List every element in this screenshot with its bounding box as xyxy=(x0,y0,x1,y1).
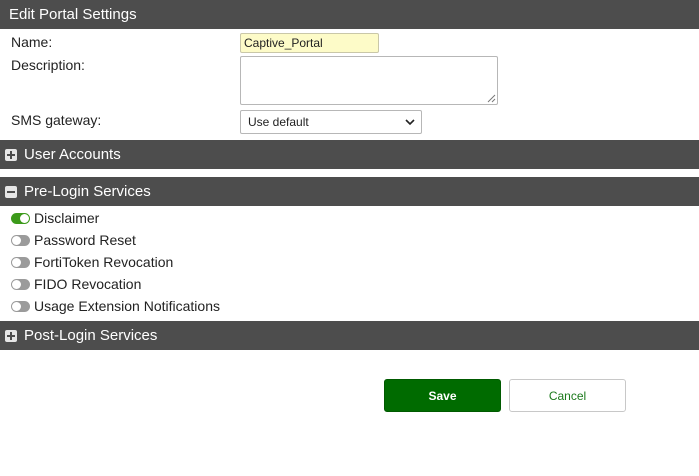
resize-grip-icon[interactable] xyxy=(487,94,496,103)
chevron-down-icon xyxy=(405,119,415,126)
description-label: Description: xyxy=(11,57,85,73)
section-header-pre-login-services[interactable]: Pre-Login Services xyxy=(0,177,699,206)
name-label: Name: xyxy=(11,34,53,50)
service-label-password-reset: Password Reset xyxy=(34,232,136,248)
toggle-switch-disclaimer[interactable] xyxy=(11,213,30,224)
page-title: Edit Portal Settings xyxy=(9,6,137,23)
expand-plus-icon[interactable] xyxy=(5,330,17,342)
description-textarea[interactable] xyxy=(240,56,498,105)
service-label-usage-extension-notifications: Usage Extension Notifications xyxy=(34,298,220,314)
sms-gateway-selected-value: Use default xyxy=(248,115,309,129)
service-label-disclaimer: Disclaimer xyxy=(34,210,100,226)
toggle-switch-fortitoken-revocation[interactable] xyxy=(11,257,30,268)
section-title-post-login-services: Post-Login Services xyxy=(24,327,158,344)
toggle-switch-fido-revocation[interactable] xyxy=(11,279,30,290)
section-header-post-login-services[interactable]: Post-Login Services xyxy=(0,321,699,350)
expand-plus-icon[interactable] xyxy=(5,149,17,161)
service-label-fortitoken-revocation: FortiToken Revocation xyxy=(34,254,174,270)
cancel-button[interactable]: Cancel xyxy=(509,379,626,412)
toggle-switch-usage-extension-notifications[interactable] xyxy=(11,301,30,312)
section-header-user-accounts[interactable]: User Accounts xyxy=(0,140,699,169)
collapse-minus-icon[interactable] xyxy=(5,186,17,198)
section-title-user-accounts: User Accounts xyxy=(24,146,121,163)
page-header: Edit Portal Settings xyxy=(0,0,699,29)
save-button[interactable]: Save xyxy=(384,379,501,412)
name-input[interactable] xyxy=(240,33,379,53)
sms-gateway-label: SMS gateway: xyxy=(11,112,102,128)
sms-gateway-select[interactable]: Use default xyxy=(240,110,422,134)
service-label-fido-revocation: FIDO Revocation xyxy=(34,276,142,292)
toggle-switch-password-reset[interactable] xyxy=(11,235,30,246)
section-title-pre-login-services: Pre-Login Services xyxy=(24,183,151,200)
